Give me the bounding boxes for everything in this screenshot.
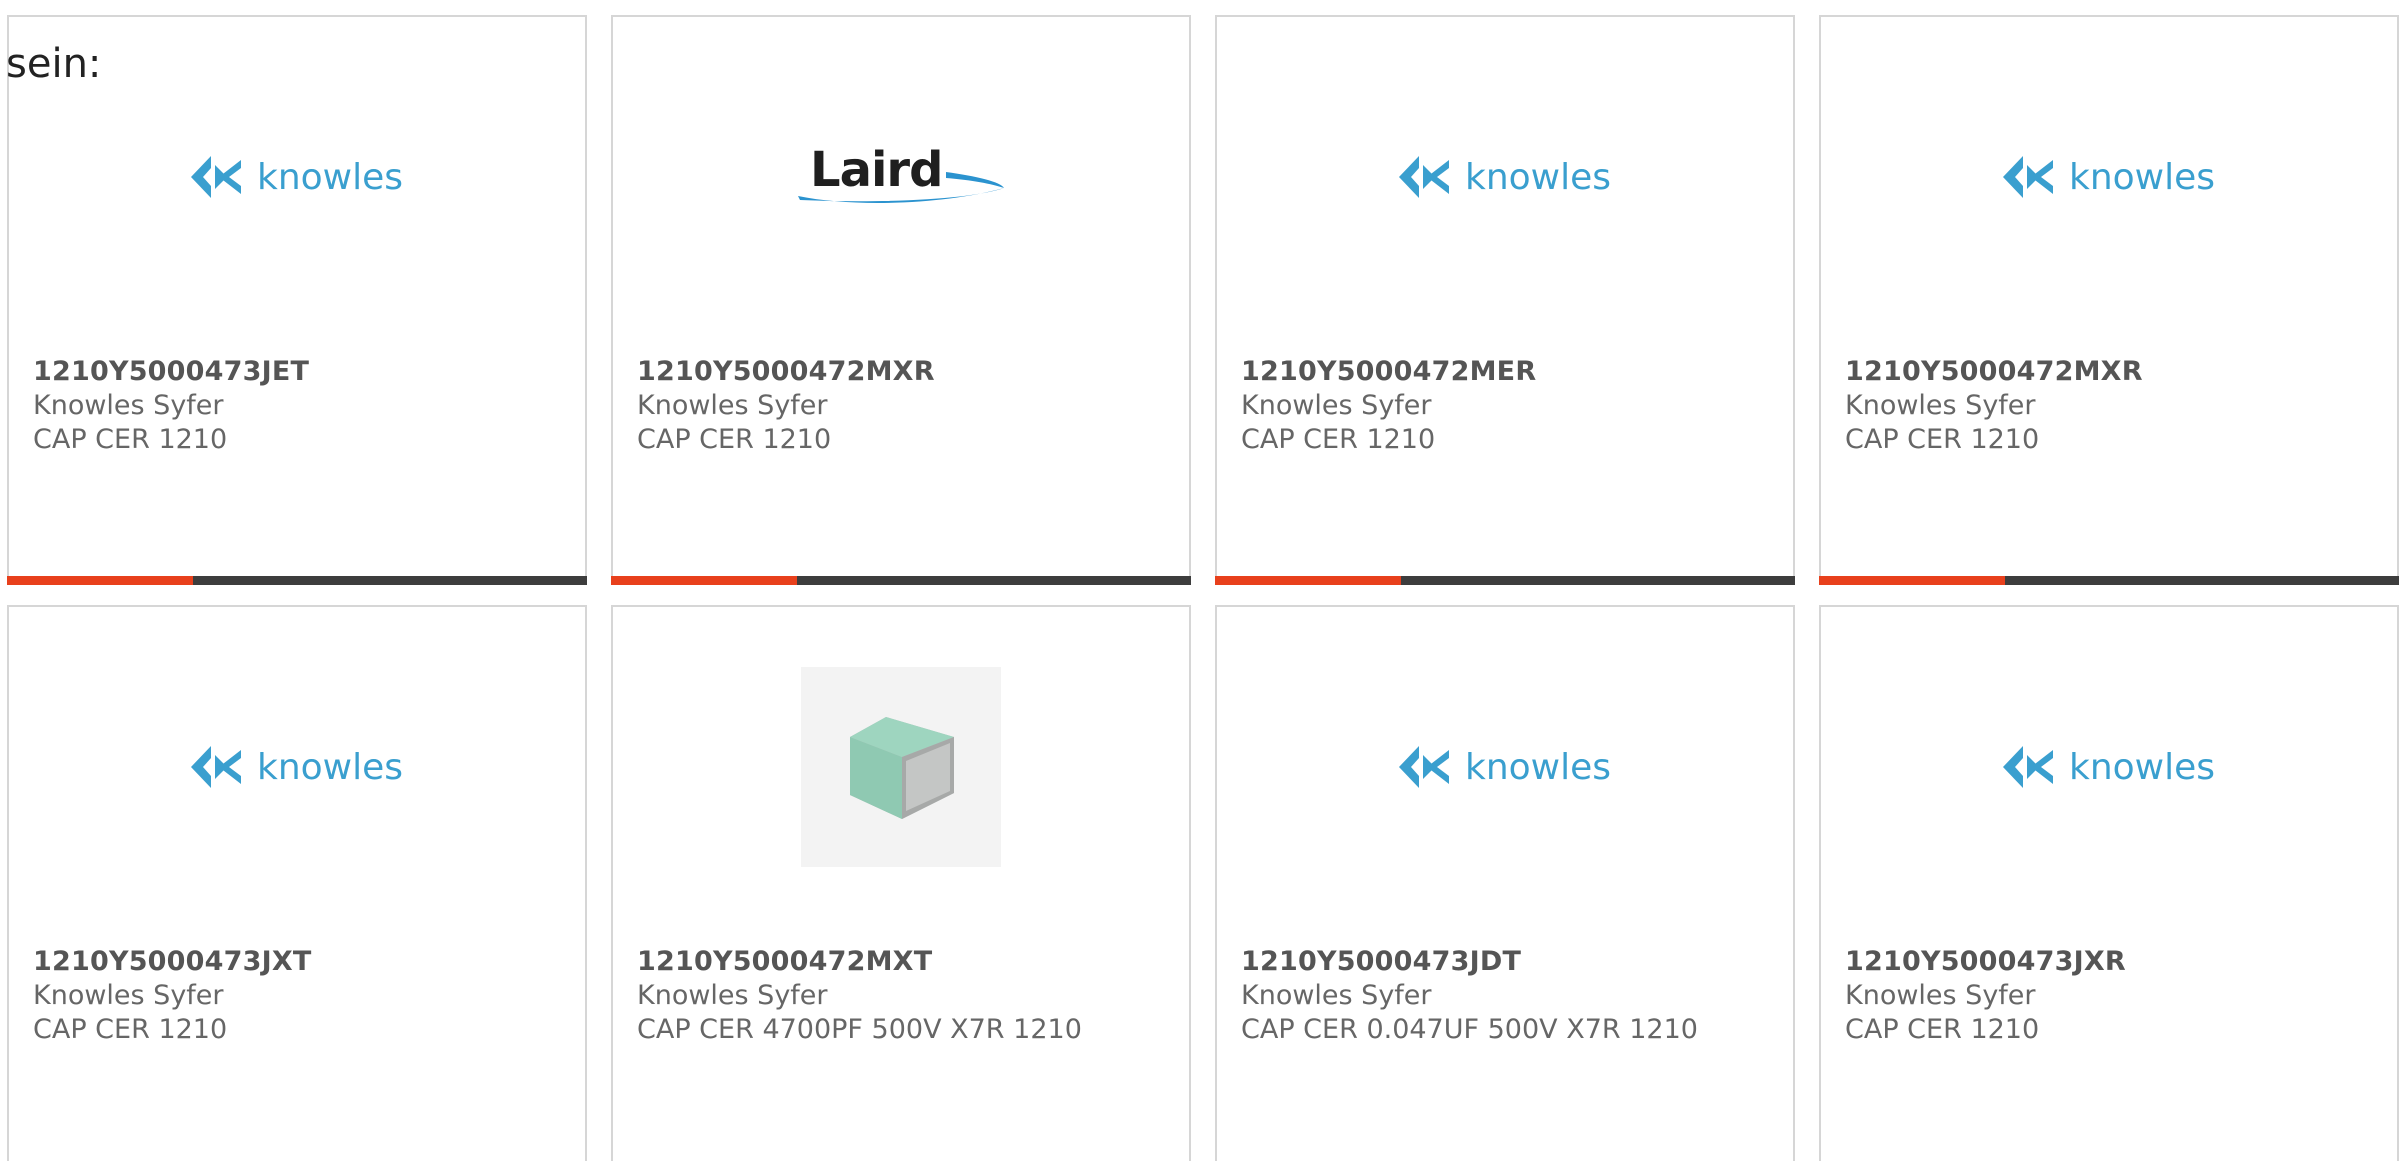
knowles-logo-text: knowles — [256, 746, 404, 788]
knowles-logo: knowles — [190, 156, 404, 198]
part-number[interactable]: 1210Y5000473JDT — [1241, 945, 1783, 979]
knowles-logo-text: knowles — [2068, 746, 2216, 788]
part-number[interactable]: 1210Y5000472MER — [1241, 355, 1783, 389]
knowles-logo: knowles — [2002, 156, 2216, 198]
knowles-logo-text: knowles — [256, 156, 404, 198]
capacitor-chip-image — [801, 667, 1001, 867]
laird-swoosh-icon — [798, 172, 1004, 203]
part-number[interactable]: 1210Y5000472MXT — [637, 945, 1179, 979]
card-progress-bar — [7, 576, 587, 585]
card-details: 1210Y5000473JXT Knowles Syfer CAP CER 12… — [33, 945, 575, 1047]
knowles-chevron-icon — [2002, 746, 2053, 788]
brand-logo-area: knowles — [9, 667, 585, 867]
part-number[interactable]: 1210Y5000473JXT — [33, 945, 575, 979]
brand-logo-area: knowles — [1217, 667, 1793, 867]
product-image-area — [613, 667, 1189, 867]
product-card[interactable]: Laird 1210Y5000472MXR Knowles Syfer CAP … — [611, 15, 1191, 585]
brand-logo-area: knowles — [1217, 77, 1793, 277]
laird-logo: Laird — [796, 142, 1006, 212]
description: CAP CER 4700PF 500V X7R 1210 — [637, 1014, 1082, 1045]
product-grid: knowles 1210Y5000473JET Knowles Syfer CA… — [7, 15, 2400, 1161]
part-number[interactable]: 1210Y5000472MXR — [637, 355, 1179, 389]
card-progress-bar — [1819, 576, 2399, 585]
product-card[interactable]: knowles 1210Y5000472MER Knowles Syfer CA… — [1215, 15, 1795, 585]
section-intro-text: sein: — [6, 41, 102, 87]
product-card[interactable]: knowles 1210Y5000472MXR Knowles Syfer CA… — [1819, 15, 2399, 585]
description: CAP CER 1210 — [1845, 424, 2040, 455]
knowles-logo-text: knowles — [1464, 156, 1612, 198]
card-progress-bar — [1215, 576, 1795, 585]
card-details: 1210Y5000472MXT Knowles Syfer CAP CER 47… — [637, 945, 1179, 1047]
knowles-logo: knowles — [1398, 156, 1612, 198]
part-number[interactable]: 1210Y5000472MXR — [1845, 355, 2387, 389]
knowles-logo-text: knowles — [1464, 746, 1612, 788]
card-progress-bar — [611, 576, 1191, 585]
manufacturer: Knowles Syfer — [637, 390, 828, 421]
description: CAP CER 1210 — [33, 1014, 228, 1045]
knowles-chevron-icon — [1398, 746, 1449, 788]
knowles-chevron-icon — [190, 156, 241, 198]
part-number[interactable]: 1210Y5000473JXR — [1845, 945, 2387, 979]
card-details: 1210Y5000473JXR Knowles Syfer CAP CER 12… — [1845, 945, 2387, 1047]
card-progress-fill — [7, 576, 193, 585]
card-details: 1210Y5000473JET Knowles Syfer CAP CER 12… — [33, 355, 575, 457]
brand-logo-area: knowles — [9, 77, 585, 277]
card-details: 1210Y5000472MER Knowles Syfer CAP CER 12… — [1241, 355, 1783, 457]
manufacturer: Knowles Syfer — [1845, 980, 2036, 1011]
card-details: 1210Y5000473JDT Knowles Syfer CAP CER 0.… — [1241, 945, 1783, 1047]
description: CAP CER 1210 — [1845, 1014, 2040, 1045]
product-card[interactable]: knowles 1210Y5000473JDT Knowles Syfer CA… — [1215, 605, 1795, 1161]
description: CAP CER 1210 — [637, 424, 832, 455]
description: CAP CER 0.047UF 500V X7R 1210 — [1241, 1014, 1698, 1045]
card-progress-fill — [1819, 576, 2005, 585]
knowles-chevron-icon — [190, 746, 241, 788]
card-details: 1210Y5000472MXR Knowles Syfer CAP CER 12… — [1845, 355, 2387, 457]
product-card[interactable]: knowles 1210Y5000473JXT Knowles Syfer CA… — [7, 605, 587, 1161]
manufacturer: Knowles Syfer — [1241, 390, 1432, 421]
card-progress-fill — [1215, 576, 1401, 585]
knowles-chevron-icon — [1398, 156, 1449, 198]
knowles-logo-text: knowles — [2068, 156, 2216, 198]
brand-logo-area: Laird — [613, 77, 1189, 277]
product-card[interactable]: 1210Y5000472MXT Knowles Syfer CAP CER 47… — [611, 605, 1191, 1161]
part-number[interactable]: 1210Y5000473JET — [33, 355, 575, 389]
knowles-logo: knowles — [190, 746, 404, 788]
product-card[interactable]: knowles 1210Y5000473JXR Knowles Syfer CA… — [1819, 605, 2399, 1161]
manufacturer: Knowles Syfer — [1845, 390, 2036, 421]
card-details: 1210Y5000472MXR Knowles Syfer CAP CER 12… — [637, 355, 1179, 457]
manufacturer: Knowles Syfer — [33, 390, 224, 421]
capacitor-chip-icon — [850, 717, 954, 819]
product-card[interactable]: knowles 1210Y5000473JET Knowles Syfer CA… — [7, 15, 587, 585]
knowles-logo: knowles — [1398, 746, 1612, 788]
manufacturer: Knowles Syfer — [637, 980, 828, 1011]
description: CAP CER 1210 — [33, 424, 228, 455]
manufacturer: Knowles Syfer — [33, 980, 224, 1011]
card-progress-fill — [611, 576, 797, 585]
knowles-logo: knowles — [2002, 746, 2216, 788]
description: CAP CER 1210 — [1241, 424, 1436, 455]
manufacturer: Knowles Syfer — [1241, 980, 1432, 1011]
brand-logo-area: knowles — [1821, 667, 2397, 867]
knowles-chevron-icon — [2002, 156, 2053, 198]
brand-logo-area: knowles — [1821, 77, 2397, 277]
